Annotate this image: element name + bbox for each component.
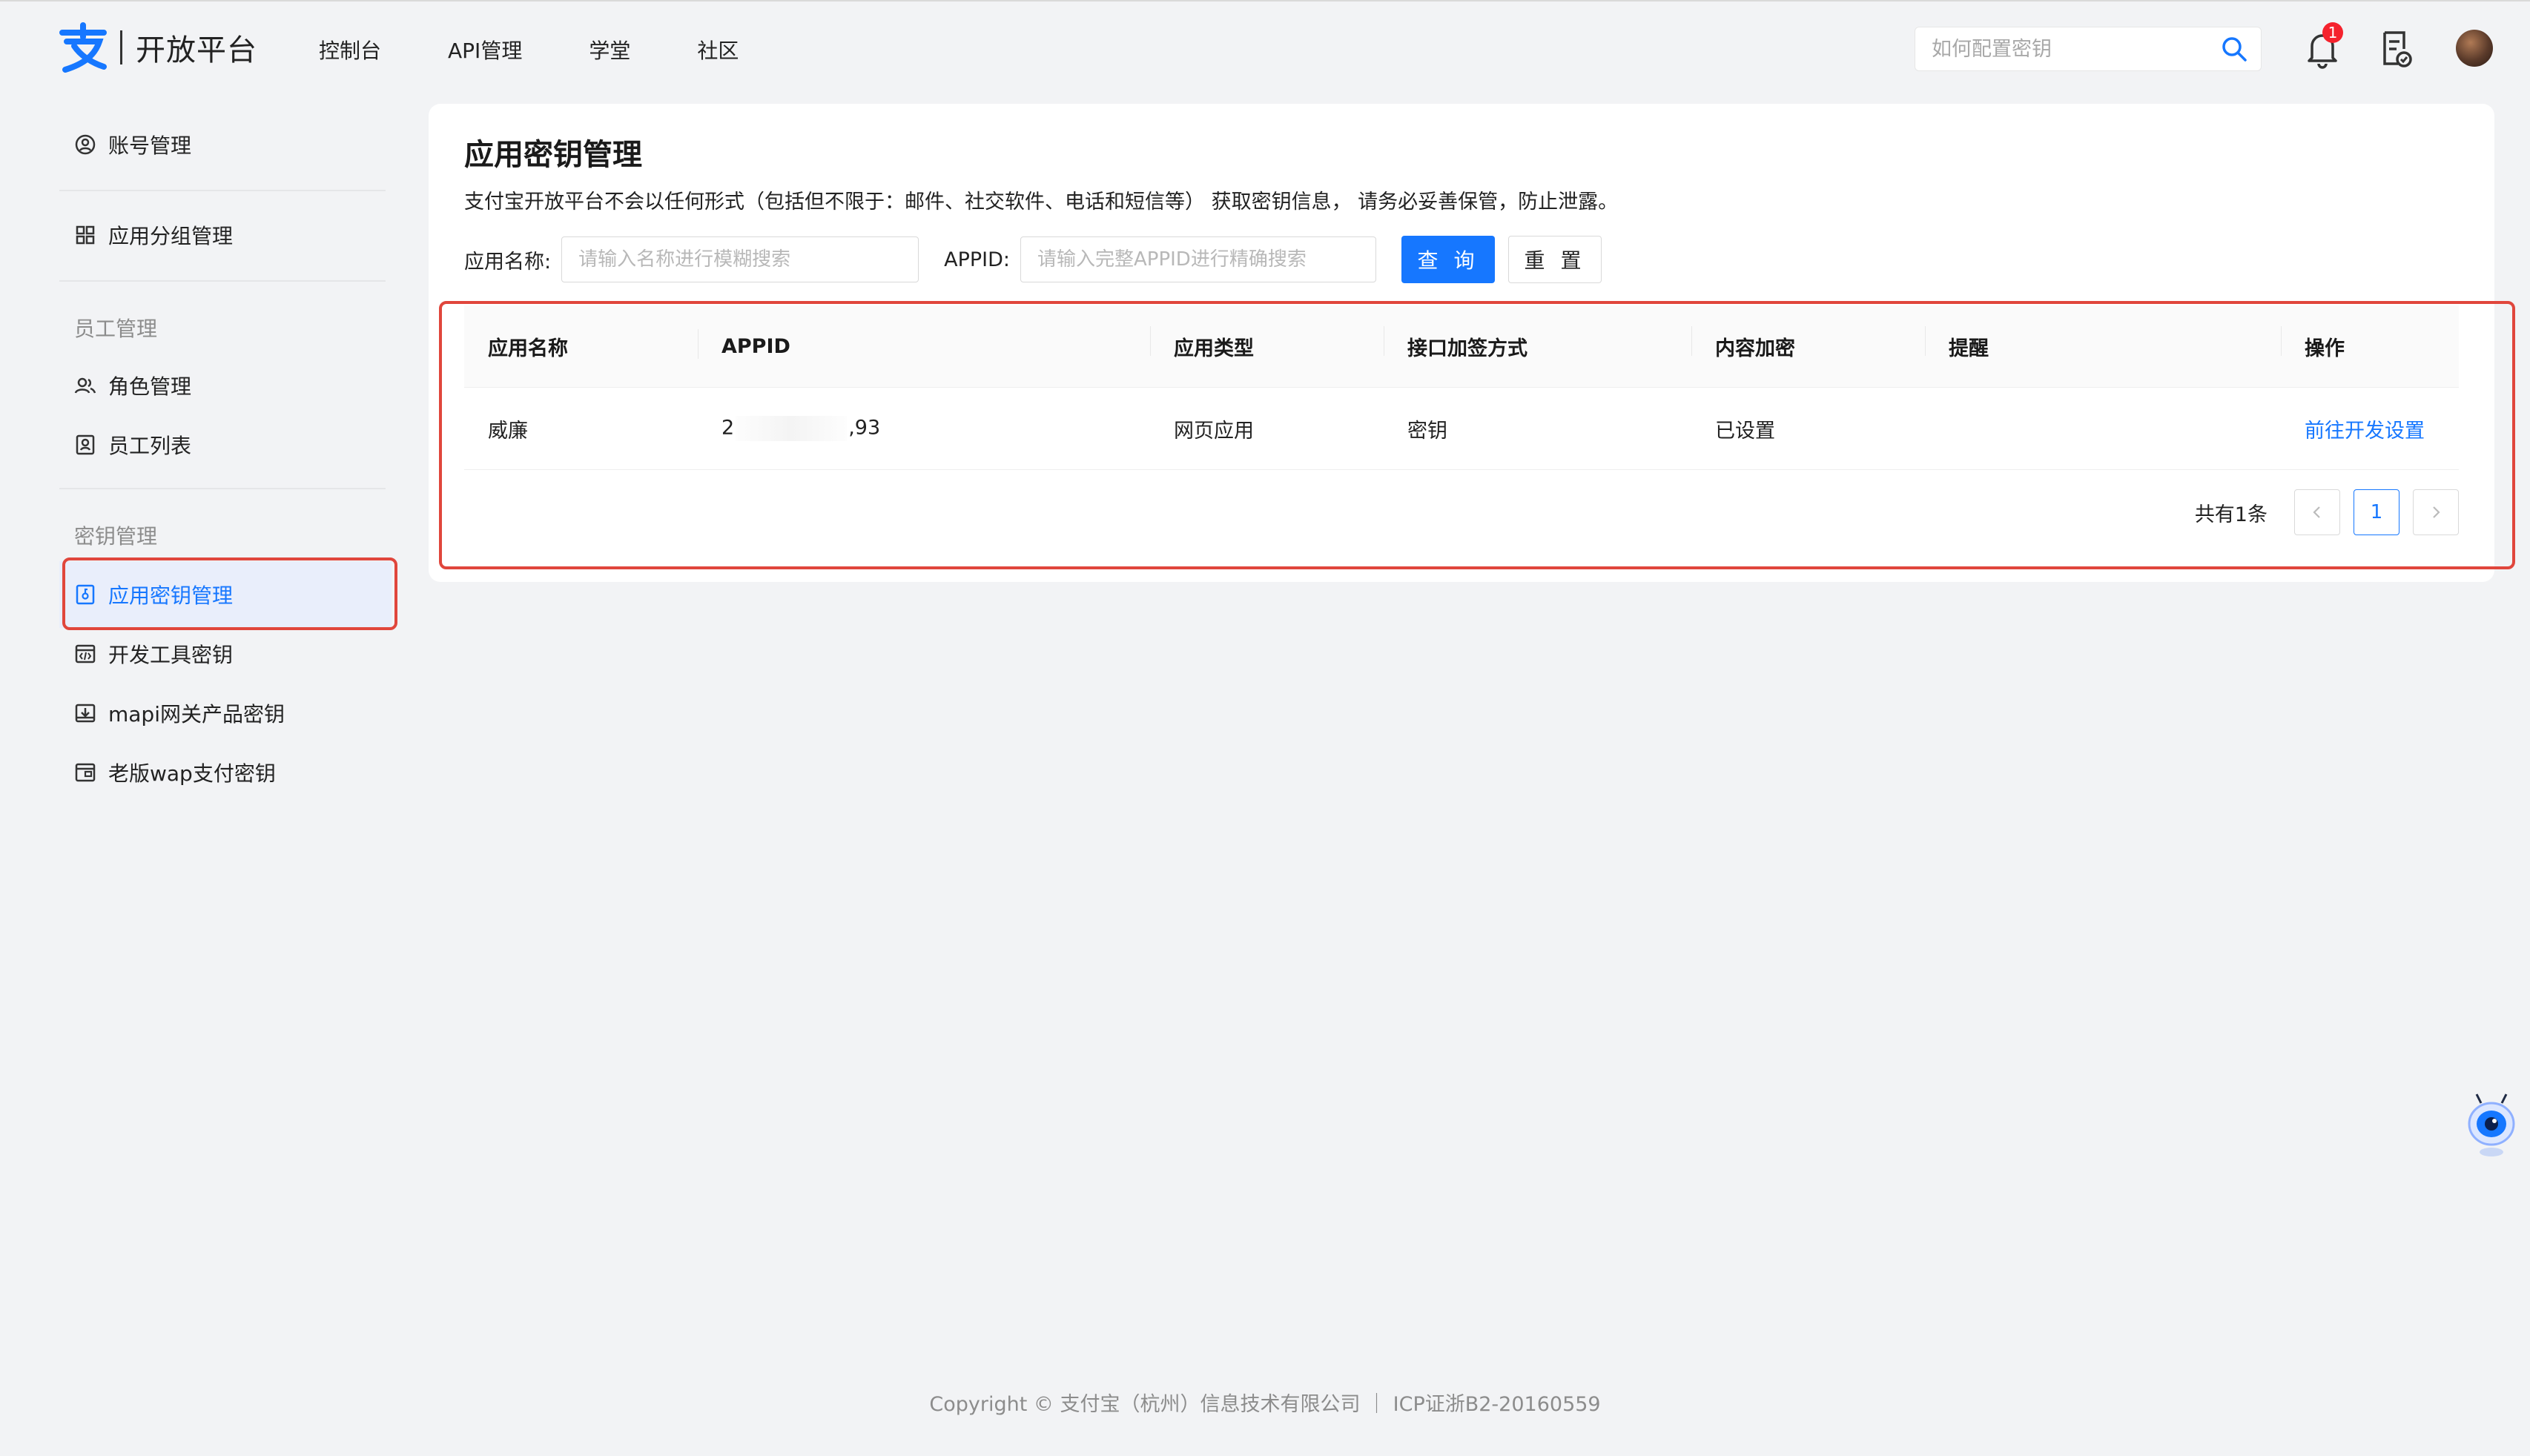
- grid-icon: [76, 225, 95, 245]
- logo-divider: [120, 30, 122, 64]
- document-check-icon[interactable]: [2379, 28, 2414, 70]
- sidebar-divider: [59, 280, 386, 282]
- search-icon[interactable]: [2219, 34, 2249, 64]
- page-title: 应用密钥管理: [464, 138, 642, 172]
- appid-input[interactable]: [1020, 236, 1376, 282]
- avatar[interactable]: [2456, 30, 2493, 67]
- users-icon: [74, 377, 96, 394]
- sidebar-group-staff: 员工管理: [74, 317, 158, 341]
- reset-button[interactable]: 重 置: [1508, 236, 1602, 283]
- id-card-icon: [76, 434, 95, 455]
- sidebar-divider: [59, 488, 386, 489]
- sidebar-item-label: 老版wap支付密钥: [108, 761, 276, 786]
- sidebar-item-label: 账号管理: [108, 133, 192, 158]
- code-window-icon: [75, 644, 96, 664]
- sidebar-item-app-group[interactable]: 应用分组管理: [59, 202, 392, 268]
- top-bar: 开放平台 控制台 API管理 学堂 社区 1: [0, 0, 2530, 96]
- alipay-logo-icon: [59, 22, 107, 73]
- sidebar-group-keys: 密钥管理: [74, 524, 158, 549]
- highlight-box-sidebar: [62, 557, 397, 630]
- sidebar-item-label: 应用分组管理: [108, 224, 234, 248]
- sidebar-item-wap-keys[interactable]: 老版wap支付密钥: [59, 739, 392, 806]
- assistant-robot-icon[interactable]: [2463, 1091, 2520, 1159]
- sidebar-item-label: 员工列表: [108, 434, 192, 458]
- query-button[interactable]: 查 询: [1401, 236, 1495, 283]
- search-input[interactable]: [1915, 27, 2219, 71]
- sidebar-divider: [59, 190, 386, 191]
- nav-console[interactable]: 控制台: [319, 35, 381, 64]
- appid-label: APPID:: [944, 248, 1010, 271]
- filter-bar: 应用名称: APPID: 查 询 重 置: [464, 236, 1602, 283]
- sidebar-item-label: 角色管理: [108, 374, 192, 399]
- highlight-box-table: [439, 301, 2515, 569]
- sidebar-item-staff-list[interactable]: 员工列表: [59, 411, 392, 478]
- sidebar-item-roles[interactable]: 角色管理: [59, 352, 392, 419]
- wallet-icon: [75, 763, 96, 782]
- main-nav: 控制台 API管理 学堂 社区: [319, 1, 805, 98]
- logo[interactable]: 开放平台: [58, 22, 257, 73]
- app-name-label: 应用名称:: [464, 250, 552, 274]
- notification-badge: 1: [2322, 22, 2343, 43]
- app-name-input[interactable]: [561, 236, 919, 282]
- sidebar-item-mapi-keys[interactable]: mapi网关产品密钥: [59, 680, 392, 747]
- nav-community[interactable]: 社区: [697, 35, 739, 64]
- sidebar-item-account[interactable]: 账号管理: [59, 111, 392, 178]
- sidebar-item-dev-tool-keys[interactable]: 开发工具密钥: [59, 621, 392, 687]
- user-circle-icon: [75, 134, 96, 155]
- nav-academy[interactable]: 学堂: [589, 35, 630, 64]
- sidebar-item-label: 开发工具密钥: [108, 643, 234, 667]
- download-box-icon: [75, 704, 96, 723]
- logo-text: 开放平台: [136, 33, 257, 67]
- sidebar-item-label: mapi网关产品密钥: [108, 702, 285, 727]
- footer-copyright: Copyright © 支付宝（杭州）信息技术有限公司 ｜ ICP证浙B2-20…: [929, 1393, 1601, 1416]
- nav-api-management[interactable]: API管理: [448, 35, 522, 64]
- page-description: 支付宝开放平台不会以任何形式（包括但不限于：邮件、社交软件、电话和短信等） 获取…: [464, 191, 1619, 214]
- search-box: [1915, 27, 2262, 71]
